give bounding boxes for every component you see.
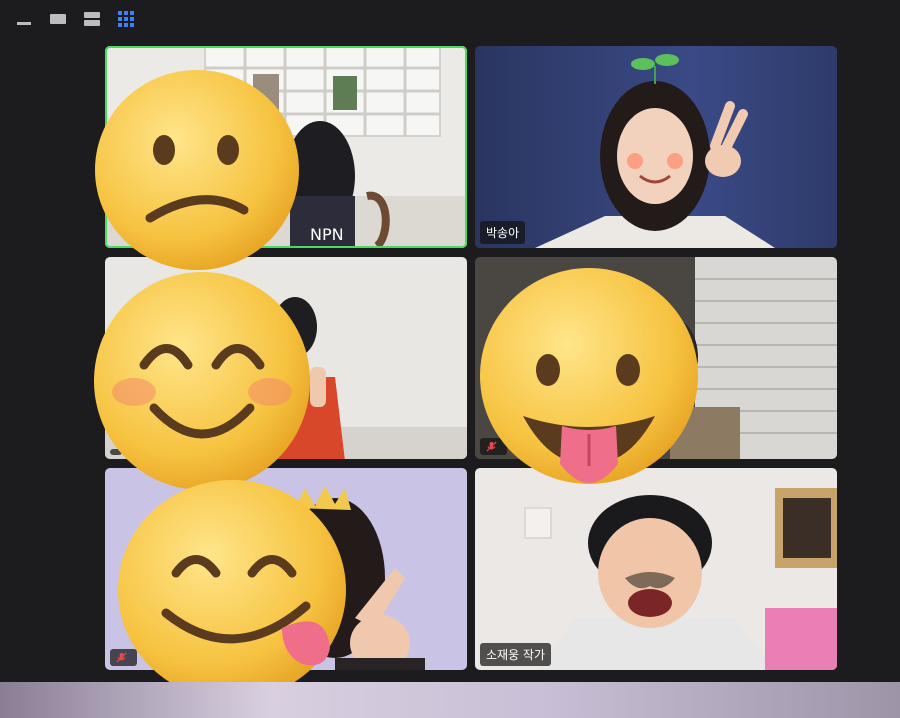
svg-text:NPN: NPN — [310, 225, 344, 244]
participant-name-tag: 박송아 — [480, 221, 526, 244]
bottom-background-strip — [0, 682, 900, 718]
minimize-icon[interactable] — [14, 9, 34, 29]
video-tile-2[interactable]: 박송아 — [475, 46, 837, 248]
participant-name-tag: 소재웅 작가 — [480, 643, 552, 666]
video-tile-6[interactable]: 소재웅 작가 — [475, 468, 837, 670]
video-feed — [475, 468, 837, 670]
video-feed — [475, 46, 837, 248]
gallery-view-icon[interactable] — [116, 9, 136, 29]
participant-name: 박송아 — [486, 226, 520, 240]
yum-face-emoji-icon — [118, 480, 346, 700]
tongue-out-emoji-icon — [480, 268, 698, 484]
confused-face-emoji-icon — [95, 70, 299, 270]
participant-name: 소재웅 작가 — [486, 648, 546, 662]
split-view-icon[interactable] — [82, 9, 102, 29]
view-toolbar — [14, 8, 136, 30]
single-view-icon[interactable] — [48, 9, 68, 29]
smiling-face-emoji-icon — [94, 272, 310, 490]
